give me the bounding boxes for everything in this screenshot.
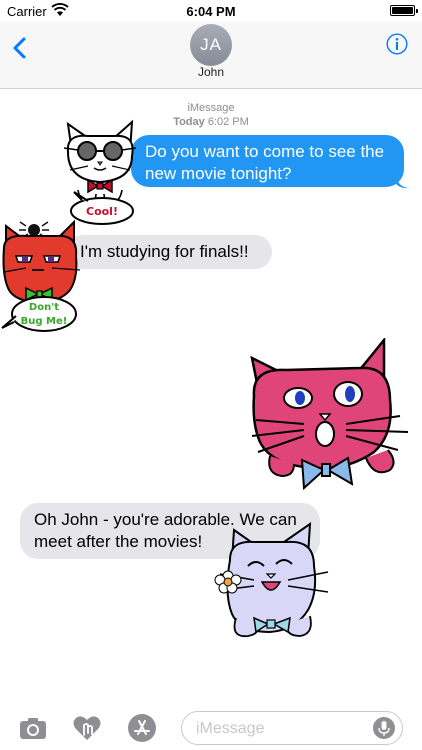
camera-icon[interactable] [18, 713, 48, 743]
app-store-icon[interactable] [127, 713, 157, 743]
microphone-icon[interactable] [373, 717, 395, 739]
message-input-placeholder: iMessage [196, 720, 265, 737]
message-input[interactable]: iMessage [181, 711, 403, 745]
sticker-lavender-cat[interactable] [210, 520, 334, 644]
conversation-header: JA John [0, 22, 422, 89]
message-text: I'm studying for finals!! [80, 242, 249, 261]
timestamp-time: 6:02 PM [207, 116, 249, 128]
battery-icon [390, 5, 418, 16]
digital-touch-icon[interactable] [72, 713, 102, 743]
contact-avatar[interactable]: JA [190, 24, 232, 66]
sticker-caption-line2: Bug Me! [21, 316, 68, 327]
bubble-tail [396, 176, 409, 189]
sticker-pink-cat[interactable] [248, 338, 412, 498]
info-icon[interactable] [386, 33, 408, 55]
message-bubble-incoming[interactable]: I'm studying for finals!! [66, 235, 272, 269]
sticker-caption-line1: Don't [29, 302, 59, 313]
sticker-dont-bug-me-cat[interactable]: Don't Bug Me! [0, 218, 84, 334]
timestamp-day: Today [173, 116, 205, 128]
message-text: Do you want to come to see the new movie… [145, 142, 385, 183]
sticker-caption: Cool! [86, 205, 118, 218]
status-bar: Carrier 6:04 PM [0, 0, 422, 22]
compose-bar: iMessage [0, 704, 422, 750]
message-bubble-outgoing[interactable]: Do you want to come to see the new movie… [131, 135, 404, 187]
service-label: iMessage [187, 102, 235, 114]
back-chevron-icon[interactable] [10, 36, 30, 60]
contact-name[interactable]: John [0, 65, 422, 79]
sticker-cool-cat[interactable]: Cool! [58, 118, 142, 228]
clock: 6:04 PM [186, 4, 236, 19]
